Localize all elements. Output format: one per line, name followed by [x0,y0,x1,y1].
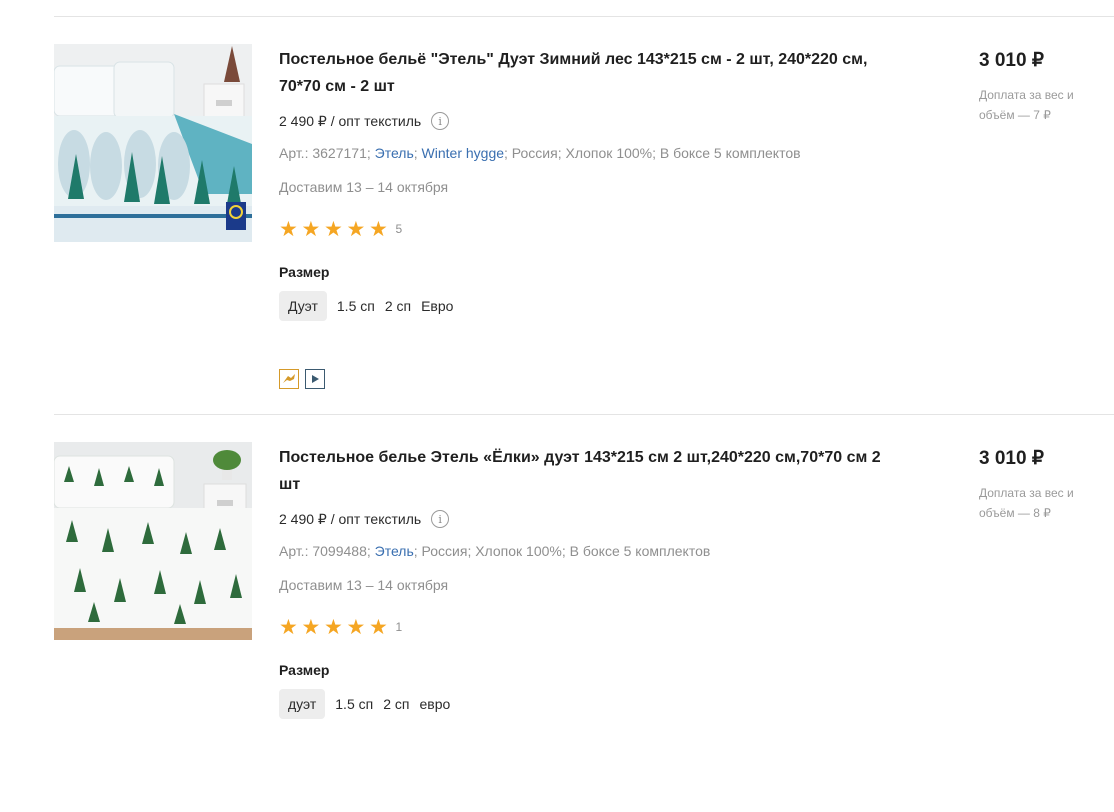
promo-icon[interactable] [279,369,299,389]
delivery-date: Доставим 13 – 14 октября [279,179,449,195]
star-icon: ★ [301,217,321,241]
star-icon: ★ [346,615,366,639]
wholesale-price-text: 2 490 ₽ / опт текстиль [279,510,422,527]
meta-details: ; Россия; Хлопок 100%; В боксе 5 комплек… [413,543,711,559]
star-icon: ★ [279,615,298,639]
size-option[interactable]: 1.5 сп [337,291,375,321]
product-title[interactable]: Постельное белье Этель «Ёлки» дуэт 143*2… [279,444,889,498]
product-meta: Арт.: 3627171; Этель; Winter hygge; Росс… [279,145,801,161]
size-option[interactable]: Дуэт [279,291,327,321]
product-price: 3 010 ₽ [979,50,1044,71]
star-icon: ★ [369,217,388,241]
size-label: Размер [279,264,330,280]
delivery-date: Доставим 13 – 14 октября [279,577,449,593]
size-option[interactable]: 2 сп [383,689,409,719]
product-card: Постельное белье Этель «Ёлки» дуэт 143*2… [0,414,1114,812]
meta-details: ; Россия; Хлопок 100%; В боксе 5 комплек… [504,145,801,161]
product-title[interactable]: Постельное бельё "Этель" Дуэт Зимний лес… [279,46,889,100]
size-label: Размер [279,662,330,678]
product-badges [279,369,331,389]
brand-link[interactable]: Этель [375,543,414,559]
weight-surcharge: Доплата за вес и объём — 8 ₽ [979,486,1074,520]
size-option[interactable]: евро [419,689,450,719]
size-selector: дуэт 1.5 сп 2 сп евро [279,689,460,719]
size-selector: Дуэт 1.5 сп 2 сп Евро [279,291,463,321]
product-meta: Арт.: 7099488; Этель; Россия; Хлопок 100… [279,543,710,559]
star-icon: ★ [346,217,366,241]
info-icon[interactable]: i [431,510,450,528]
collection-link[interactable]: Winter hygge [422,145,504,161]
size-option[interactable]: дуэт [279,689,326,719]
brand-link[interactable]: Этель [375,145,414,161]
product-card: Постельное бельё "Этель" Дуэт Зимний лес… [0,16,1114,414]
article-number: Арт.: 3627171; [279,145,371,161]
article-number: Арт.: 7099488; [279,543,371,559]
rating[interactable]: ★ ★ ★ ★ ★ 1 [279,616,402,638]
star-icon: ★ [324,217,343,241]
wholesale-price: 2 490 ₽ / опт текстиль i [279,510,450,528]
weight-surcharge: Доплата за вес и объём — 7 ₽ [979,88,1074,122]
rating[interactable]: ★ ★ ★ ★ ★ 5 [279,218,402,240]
wholesale-price-text: 2 490 ₽ / опт текстиль [279,112,422,129]
star-icon: ★ [279,217,298,241]
wholesale-price: 2 490 ₽ / опт текстиль i [279,112,450,130]
size-option[interactable]: Евро [421,291,453,321]
product-image[interactable] [54,44,252,242]
rating-count[interactable]: 5 [396,222,403,236]
star-icon: ★ [324,615,343,639]
info-icon[interactable]: i [431,112,450,130]
size-option[interactable]: 1.5 сп [335,689,373,719]
product-image[interactable] [54,442,252,640]
rating-count[interactable]: 1 [396,620,403,634]
meta-separator: ; [413,145,422,161]
star-icon: ★ [301,615,321,639]
size-option[interactable]: 2 сп [385,291,411,321]
product-price: 3 010 ₽ [979,448,1044,469]
video-play-icon[interactable] [305,369,325,389]
star-icon: ★ [369,615,388,639]
